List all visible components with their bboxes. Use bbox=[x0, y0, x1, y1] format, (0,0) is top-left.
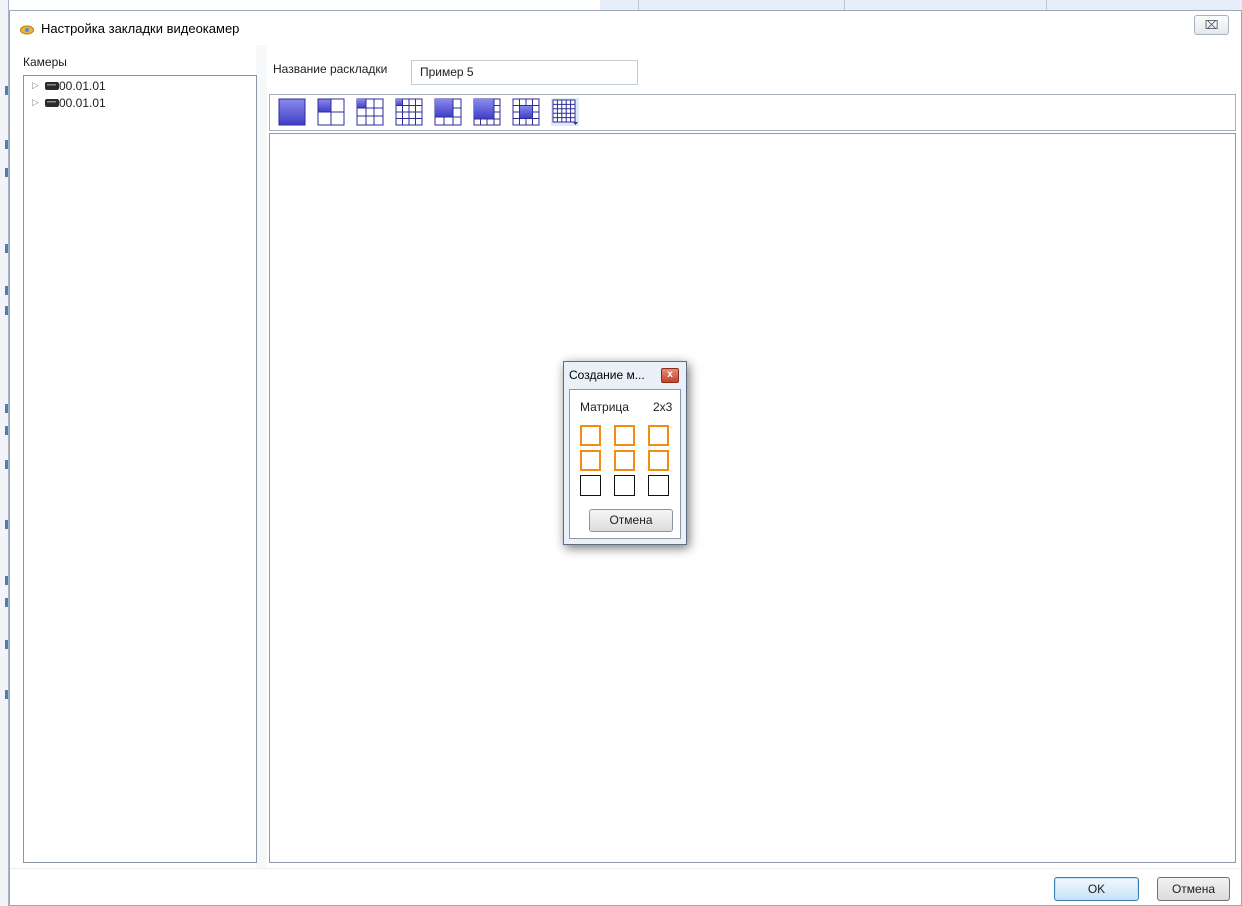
layout-name-input[interactable]: Пример 5 bbox=[411, 60, 638, 85]
popup-close-icon[interactable]: x bbox=[661, 368, 679, 383]
layout-2x2-icon[interactable] bbox=[317, 98, 345, 126]
ok-button[interactable]: OK bbox=[1054, 877, 1139, 901]
close-icon: ⌧ bbox=[1204, 18, 1219, 32]
cameras-label: Камеры bbox=[23, 55, 67, 69]
layout-1plus5-icon[interactable] bbox=[434, 98, 462, 126]
tree-item-camera[interactable]: ▷ 00.01.01 bbox=[24, 95, 254, 112]
matrix-cell[interactable] bbox=[580, 475, 601, 496]
tree-item-label: 00.01.01 bbox=[59, 96, 106, 110]
create-matrix-popup: Создание м... x Матрица 2x3 Отмена bbox=[563, 361, 687, 545]
expand-arrow-icon[interactable]: ▷ bbox=[32, 80, 39, 91]
layout-custom-matrix-button[interactable] bbox=[551, 98, 579, 126]
matrix-cell-selected[interactable] bbox=[648, 425, 669, 446]
matrix-cell-selected[interactable] bbox=[580, 425, 601, 446]
matrix-cell-selected[interactable] bbox=[614, 450, 635, 471]
matrix-cell[interactable] bbox=[648, 475, 669, 496]
app-icon bbox=[20, 25, 34, 35]
camera-tree[interactable]: ▷ 00.01.01 ▷ 00.01.01 bbox=[23, 75, 257, 863]
expand-arrow-icon[interactable]: ▷ bbox=[32, 97, 39, 108]
matrix-label: Матрица bbox=[580, 400, 629, 414]
layout-1plus12-icon[interactable] bbox=[512, 98, 540, 126]
layout-4x4-icon[interactable] bbox=[395, 98, 423, 126]
matrix-cell-selected[interactable] bbox=[580, 450, 601, 471]
title-bar: Настройка закладки видеокамер ⌧ bbox=[10, 11, 1241, 45]
background-app-tabs bbox=[600, 0, 1242, 10]
tree-item-camera[interactable]: ▷ 00.01.01 bbox=[24, 78, 254, 95]
matrix-cell[interactable] bbox=[614, 475, 635, 496]
matrix-cell-selected[interactable] bbox=[648, 450, 669, 471]
tree-item-label: 00.01.01 bbox=[59, 79, 106, 93]
popup-cancel-button[interactable]: Отмена bbox=[589, 509, 673, 532]
window-title: Настройка закладки видеокамер bbox=[41, 21, 240, 36]
matrix-grid bbox=[580, 425, 675, 499]
cancel-button[interactable]: Отмена bbox=[1157, 877, 1230, 901]
dialog-footer: OK Отмена bbox=[10, 868, 1241, 905]
matrix-grid-icon bbox=[552, 99, 578, 125]
layout-canvas[interactable] bbox=[269, 133, 1236, 863]
background-window-edge bbox=[0, 0, 9, 906]
matrix-size: 2x3 bbox=[653, 400, 673, 414]
splitter[interactable] bbox=[256, 45, 267, 868]
layout-3x3-icon[interactable] bbox=[356, 98, 384, 126]
layout-1x1-icon[interactable] bbox=[278, 98, 306, 126]
matrix-cell-selected[interactable] bbox=[614, 425, 635, 446]
layout-name-label: Название раскладки bbox=[273, 62, 388, 76]
popup-body: Матрица 2x3 Отмена bbox=[569, 389, 681, 539]
layout-1plus7-icon[interactable] bbox=[473, 98, 501, 126]
close-button[interactable]: ⌧ bbox=[1194, 15, 1229, 35]
popup-title: Создание м... bbox=[569, 368, 645, 382]
layout-toolbar bbox=[269, 94, 1236, 131]
